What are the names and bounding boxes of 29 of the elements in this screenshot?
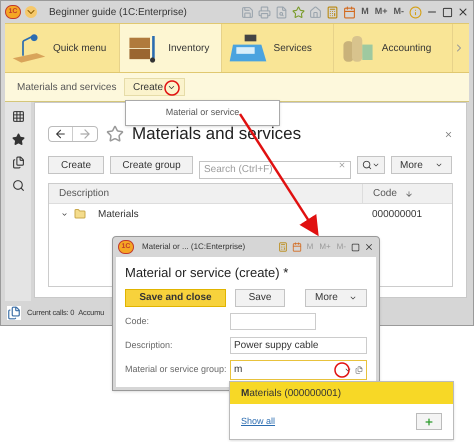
search-field[interactable]: Search (Ctrl+F) (199, 160, 351, 178)
table-cell-text: 000000001 (371, 208, 424, 222)
column-header[interactable]: Code (362, 184, 452, 203)
group-combo-field[interactable]: m (230, 360, 367, 380)
create-button[interactable]: Create (124, 78, 186, 96)
field-label: Material or service group: (125, 362, 228, 376)
section-tab[interactable]: Inventory (120, 24, 222, 72)
window-title: Beginner guide (1C:Enterprise) (49, 6, 187, 20)
input-field[interactable]: Power suppy cable (230, 337, 367, 354)
save-button[interactable]: Save (235, 288, 285, 306)
dialog-heading: Material or service (create) * (125, 264, 290, 282)
memory-button[interactable]: M- (392, 5, 405, 19)
toolbar-button[interactable]: Create group (110, 156, 193, 174)
table-cell-text: Materials (98, 208, 139, 222)
section-tab[interactable]: Services (222, 24, 334, 72)
save-and-close-button[interactable]: Save and close (125, 288, 226, 306)
window-title: Material or ... (1C:Enterprise) (142, 241, 246, 253)
show-all-link[interactable]: Show all (241, 414, 276, 428)
field-label: Code: (125, 314, 150, 328)
more-button[interactable]: More (391, 156, 452, 174)
subsection-label: Materials and services (17, 80, 118, 94)
column-header[interactable]: Description (49, 184, 362, 203)
menu-item[interactable]: Material or service (126, 105, 279, 120)
memory-button[interactable]: M (360, 5, 370, 19)
toolbar-button[interactable]: Create (48, 156, 104, 174)
field-label: Description: (125, 338, 174, 352)
choice-item[interactable]: Materials (000000001) (230, 382, 453, 404)
more-button[interactable]: More (305, 288, 367, 306)
memory-button[interactable]: M+ (374, 5, 388, 19)
